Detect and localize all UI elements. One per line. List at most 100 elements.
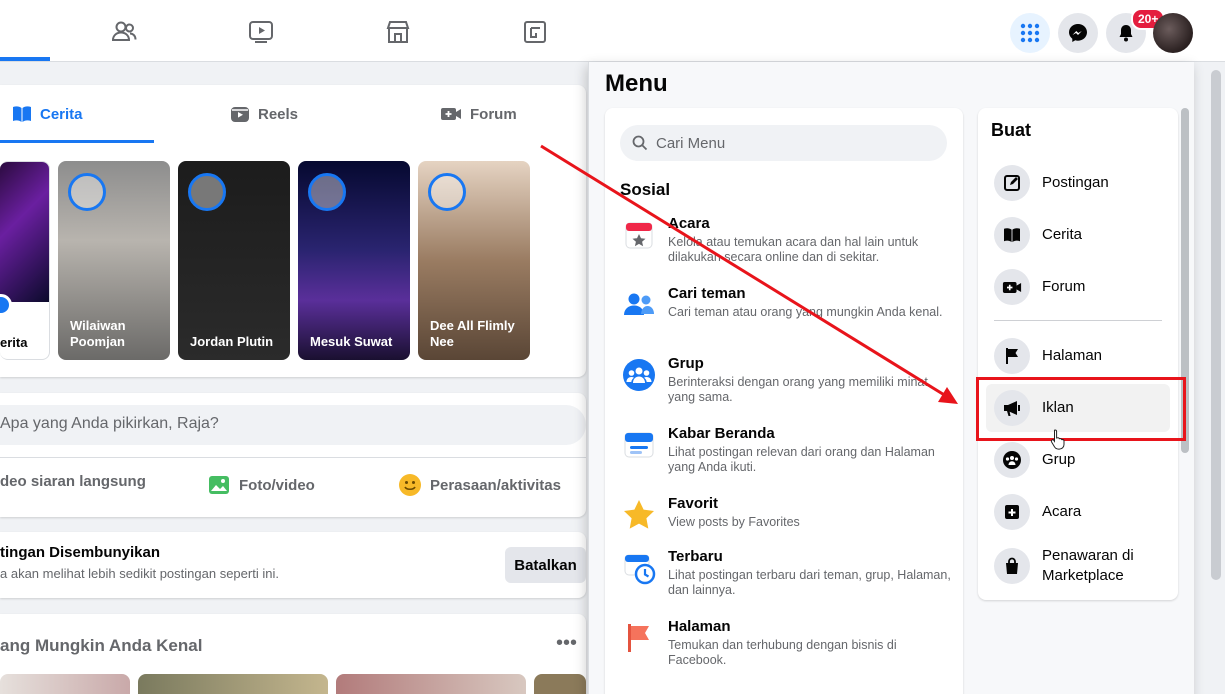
feed-icon	[624, 432, 654, 458]
person-photo[interactable]	[0, 674, 130, 694]
divider	[0, 457, 586, 458]
menu-item-description: Lihat postingan relevan dari orang dan H…	[668, 445, 935, 474]
messenger-button[interactable]	[1058, 13, 1098, 53]
create-item-marketplace-listing[interactable]: Penawaran di Marketplace	[986, 540, 1170, 592]
photo-video-label: Foto/video	[239, 476, 315, 494]
shopping-bag-icon	[994, 548, 1030, 584]
hidden-post-card: tingan Disembunyikan a akan melihat lebi…	[0, 532, 586, 598]
menu-item-terbaru[interactable]: Terbaru Lihat postingan terbaru dari tem…	[621, 548, 951, 608]
create-item-cerita[interactable]: Cerita	[986, 211, 1170, 259]
menu-item-kabar-beranda[interactable]: Kabar Beranda Lihat postingan relevan da…	[621, 425, 951, 485]
event-plus-icon	[994, 494, 1030, 530]
create-item-acara[interactable]: Acara	[986, 488, 1170, 536]
create-item-label: Acara	[1042, 503, 1082, 520]
page-scrollbar[interactable]	[1211, 70, 1221, 580]
story-tile[interactable]: Mesuk Suwat	[298, 161, 410, 360]
watch-tab[interactable]	[241, 10, 281, 54]
menu-item-title: Halaman	[668, 618, 731, 635]
story-tile[interactable]: Dee All Flimly Nee	[418, 161, 530, 360]
find-friends-icon	[624, 293, 654, 315]
friends-tab[interactable]	[104, 10, 144, 54]
menu-item-description: Lihat postingan terbaru dari teman, grup…	[668, 568, 951, 597]
divider	[994, 320, 1162, 321]
story-avatar	[188, 173, 226, 211]
create-section-card: Buat Postingan Cerita Forum Halaman Ikla…	[978, 108, 1178, 600]
menu-item-acara[interactable]: Acara Kelola atau temukan acara dan hal …	[621, 215, 951, 275]
menu-item-title: Kabar Beranda	[668, 425, 775, 442]
story-author: Dee All Flimly Nee	[430, 318, 515, 349]
reels-icon	[231, 107, 249, 122]
highlight-box-annotation	[976, 377, 1186, 441]
menu-item-title: Terbaru	[668, 548, 723, 565]
menu-item-grup[interactable]: Grup Berinteraksi dengan orang yang memi…	[621, 355, 951, 415]
flag-icon	[628, 624, 649, 652]
live-video-button[interactable]: deo siaran langsung	[0, 473, 146, 490]
tab-label: Cerita	[40, 105, 83, 123]
story-avatar	[308, 173, 346, 211]
feeling-activity-button[interactable]: Perasaan/aktivitas	[398, 473, 561, 497]
undo-button[interactable]: Batalkan	[505, 547, 586, 583]
star-icon	[624, 500, 654, 529]
menu-item-title: Acara	[668, 215, 710, 232]
home-tab-active-indicator	[0, 57, 50, 61]
social-section-title: Sosial	[620, 180, 671, 199]
search-icon	[632, 135, 648, 151]
create-section-title: Buat	[991, 120, 1031, 140]
menu-item-favorit[interactable]: Favorit View posts by Favorites	[621, 495, 951, 555]
post-composer: Apa yang Anda pikirkan, Raja? deo siaran…	[0, 393, 586, 517]
people-you-may-know-card: ang Mungkin Anda Kenal •••	[0, 614, 586, 694]
create-item-postingan[interactable]: Postingan	[986, 159, 1170, 207]
story-tile[interactable]: Wilaiwan Poomjan	[58, 161, 170, 360]
menu-item-cari-teman[interactable]: Cari teman Cari teman atau orang yang mu…	[621, 285, 951, 345]
menu-search-input[interactable]: Cari Menu	[620, 125, 947, 161]
create-item-halaman[interactable]: Halaman	[986, 332, 1170, 380]
story-avatar	[68, 173, 106, 211]
person-photo[interactable]	[534, 674, 586, 694]
marketplace-tab[interactable]	[378, 10, 418, 54]
messenger-icon	[1069, 24, 1087, 42]
smile-icon	[399, 474, 421, 496]
groups-icon	[994, 442, 1030, 478]
create-item-grup[interactable]: Grup	[986, 436, 1170, 484]
story-author: Mesuk Suwat	[310, 334, 393, 349]
forum-icon	[441, 108, 461, 120]
hand-cursor-icon	[1050, 429, 1065, 450]
menu-item-description: Temukan dan terhubung dengan bisnis di F…	[668, 638, 897, 667]
story-author: Wilaiwan Poomjan	[70, 318, 126, 349]
menu-item-title: Cari teman	[668, 285, 746, 302]
photo-video-button[interactable]: Foto/video	[207, 473, 315, 497]
menu-item-title: Grup	[668, 355, 704, 372]
menu-item-description: Kelola atau temukan acara dan hal lain u…	[668, 235, 919, 264]
tab-reels[interactable]: Reels	[230, 85, 298, 143]
tab-cerita[interactable]: Cerita	[12, 85, 83, 143]
flag-icon	[994, 338, 1030, 374]
profile-avatar[interactable]	[1153, 13, 1193, 53]
photo-icon	[209, 476, 229, 494]
person-photo[interactable]	[336, 674, 526, 694]
story-avatar	[428, 173, 466, 211]
marketplace-icon	[386, 21, 410, 43]
menu-item-halaman[interactable]: Halaman Temukan dan terhubung dengan bis…	[621, 618, 951, 678]
menu-button[interactable]	[1010, 13, 1050, 53]
pymk-title: ang Mungkin Anda Kenal	[0, 636, 203, 655]
menu-item-description: Cari teman atau orang yang mungkin Anda …	[668, 305, 943, 319]
composer-input[interactable]: Apa yang Anda pikirkan, Raja?	[0, 405, 586, 445]
friends-icon	[111, 21, 137, 41]
grid-menu-icon	[1020, 23, 1040, 43]
hidden-post-subtitle: a akan melihat lebih sedikit postingan s…	[0, 566, 279, 581]
gaming-tab[interactable]	[515, 10, 555, 54]
search-placeholder: Cari Menu	[656, 134, 726, 152]
hidden-post-title: tingan Disembunyikan	[0, 544, 161, 561]
person-photo[interactable]	[138, 674, 328, 694]
story-author: Jordan Plutin	[190, 334, 274, 349]
story-tile[interactable]: Jordan Plutin	[178, 161, 290, 360]
create-story-tile[interactable]: erita	[0, 161, 50, 360]
live-video-label: deo siaran langsung	[0, 473, 146, 490]
forum-icon	[994, 269, 1030, 305]
more-options-icon[interactable]: •••	[556, 632, 577, 655]
create-item-label: Postingan	[1042, 174, 1109, 191]
compose-icon	[994, 165, 1030, 201]
tab-forum[interactable]: Forum	[440, 85, 517, 143]
book-icon	[994, 217, 1030, 253]
create-item-forum[interactable]: Forum	[986, 263, 1170, 311]
